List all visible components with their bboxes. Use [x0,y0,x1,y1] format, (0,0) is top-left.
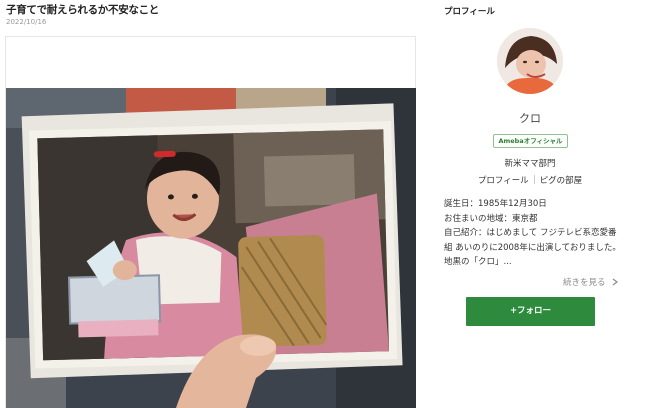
bio-line: 地黒の「クロ」... [444,257,512,267]
official-badge: Amebaオフィシャル [493,134,568,148]
chevron-right-icon [608,278,619,288]
read-more-link[interactable]: 続きを見る [563,276,619,288]
link-divider [533,175,535,184]
genre-link[interactable]: 新米ママ部門 [444,157,616,169]
pigg-room-link[interactable]: ピグの部屋 [540,176,583,186]
article-photo[interactable] [6,88,416,408]
bio-line: 自己紹介：はじめまして フジテレビ系恋愛番 [444,228,617,238]
follow-button[interactable]: +フォロー [466,297,595,326]
bio-line: お住まいの地域：東京都 [444,213,538,224]
bio-line: 誕生日：1985年12月30日 [444,199,547,209]
avatar[interactable] [497,28,563,94]
profile-heading: プロフィール [444,7,495,17]
profile-bio: 誕生日：1985年12月30日 お住まいの地域：東京都 自己紹介：はじめまして … [444,197,621,270]
read-more-label: 続きを見る [563,278,606,288]
bio-line: 組 あいのりに2008年に出演しておりました。 [444,242,621,253]
profile-name[interactable]: クロ [444,110,616,126]
article-title: 子育てで耐えられるか不安なこと [6,4,159,16]
profile-links: プロフィール ピグの部屋 [444,174,616,186]
article-date: 2022/10/16 [6,18,47,26]
profile-link[interactable]: プロフィール [478,176,529,186]
